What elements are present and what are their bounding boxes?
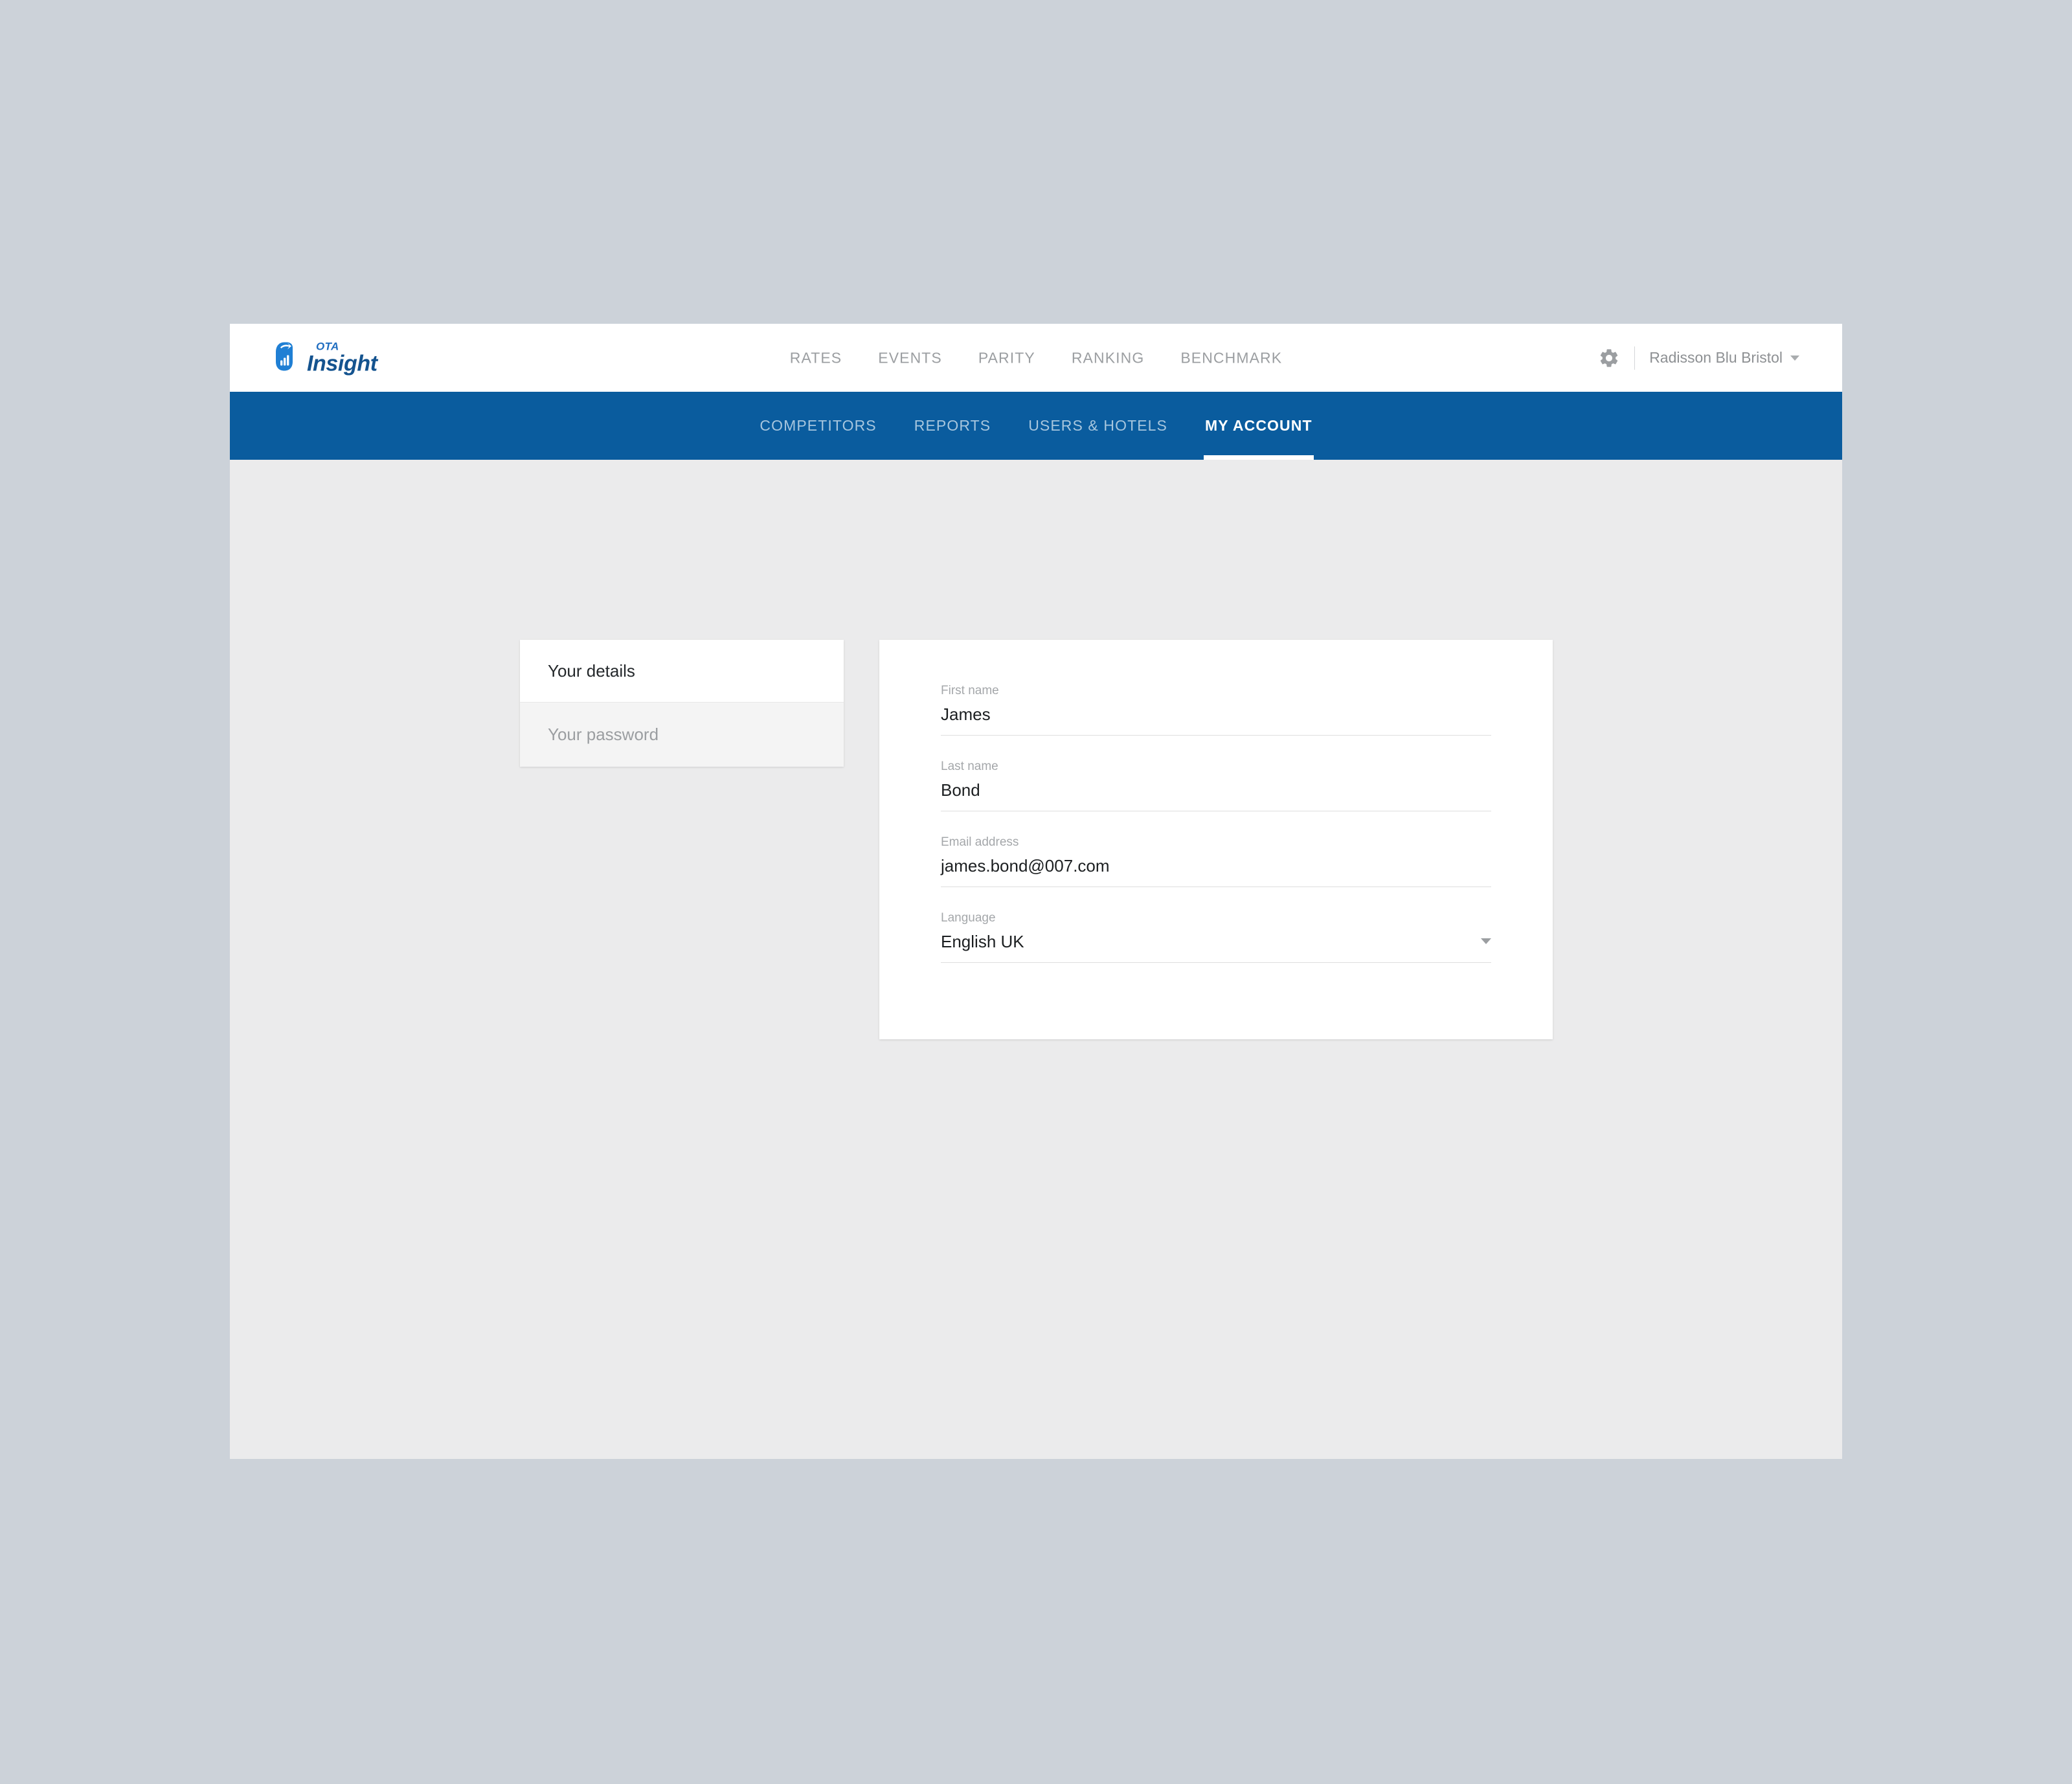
hotel-selector[interactable]: Radisson Blu Bristol: [1649, 349, 1799, 367]
email-address-underline: [941, 886, 1491, 887]
application-window: OTA Insight RATES EVENTS PARITY RANKING …: [230, 324, 1842, 1459]
last-name-value: Bond: [941, 780, 980, 800]
email-address-value: james.bond@007.com: [941, 856, 1110, 875]
nav-item-benchmark[interactable]: BENCHMARK: [1180, 349, 1282, 367]
brand-logo[interactable]: OTA Insight: [275, 341, 377, 375]
ota-insight-mark-icon: [275, 341, 302, 375]
hotel-selector-label: Radisson Blu Bristol: [1649, 349, 1783, 366]
language-underline: [941, 962, 1491, 963]
menu-item-your-password[interactable]: Your password: [520, 702, 844, 767]
menu-item-your-details[interactable]: Your details: [520, 640, 844, 702]
your-details-form-card: First name James Last name Bond Email ad…: [879, 640, 1553, 1039]
menu-item-your-password-label: Your password: [548, 725, 659, 744]
header-right-controls: Radisson Blu Bristol: [1598, 346, 1799, 370]
settings-menu-card: Your details Your password: [520, 640, 844, 767]
chevron-down-icon[interactable]: [1481, 938, 1491, 944]
first-name-field[interactable]: First name James: [941, 684, 1491, 736]
tab-competitors[interactable]: COMPETITORS: [758, 392, 877, 460]
email-address-field[interactable]: Email address james.bond@007.com: [941, 835, 1491, 887]
email-address-label: Email address: [941, 835, 1019, 849]
gear-icon[interactable]: [1598, 347, 1620, 369]
menu-item-your-details-label: Your details: [548, 661, 635, 681]
logo-ota-text: OTA: [316, 340, 339, 353]
first-name-value: James: [941, 705, 991, 724]
nav-item-rates[interactable]: RATES: [790, 349, 842, 367]
last-name-field[interactable]: Last name Bond: [941, 760, 1491, 811]
content-area: Your details Your password First name Ja…: [230, 460, 1842, 1459]
tab-reports[interactable]: REPORTS: [913, 392, 992, 460]
language-label: Language: [941, 911, 996, 925]
tab-users-hotels[interactable]: USERS & HOTELS: [1027, 392, 1169, 460]
language-value: English UK: [941, 932, 1024, 951]
chevron-down-icon: [1790, 355, 1799, 361]
logo-insight-text: Insight: [307, 351, 377, 376]
first-name-underline: [941, 735, 1491, 736]
top-header: OTA Insight RATES EVENTS PARITY RANKING …: [230, 324, 1842, 392]
last-name-label: Last name: [941, 760, 998, 773]
language-select-field[interactable]: Language English UK: [941, 911, 1491, 963]
sub-navigation: COMPETITORS REPORTS USERS & HOTELS MY AC…: [230, 392, 1842, 460]
header-divider: [1634, 346, 1636, 370]
nav-item-events[interactable]: EVENTS: [878, 349, 942, 367]
nav-item-parity[interactable]: PARITY: [978, 349, 1035, 367]
tab-my-account[interactable]: MY ACCOUNT: [1204, 392, 1314, 460]
first-name-label: First name: [941, 684, 999, 697]
nav-item-ranking[interactable]: RANKING: [1072, 349, 1145, 367]
